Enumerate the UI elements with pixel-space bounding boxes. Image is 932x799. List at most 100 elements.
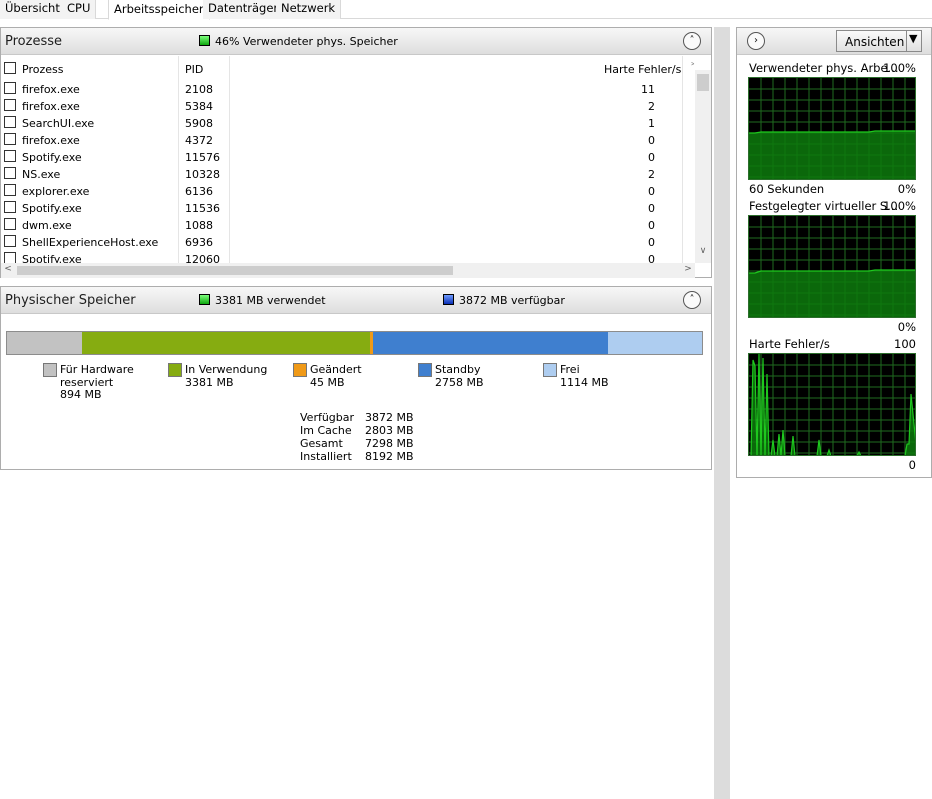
stat-total-value: 7298 MB	[365, 437, 414, 450]
bar-segment-free	[608, 332, 702, 354]
process-name[interactable]: firefox.exe	[22, 100, 80, 113]
scroll-left-arrow[interactable]: <	[3, 264, 13, 274]
stat-cached-value: 2803 MB	[365, 424, 414, 437]
graphs-header: › Ansichten ▼	[737, 28, 931, 55]
legend-free-swatch	[543, 363, 557, 377]
process-name[interactable]: ShellExperienceHost.exe	[22, 236, 158, 249]
process-row-checkbox[interactable]	[4, 99, 16, 111]
graph-committed-min: 0%	[897, 320, 916, 334]
process-name[interactable]: SearchUI.exe	[22, 117, 94, 130]
process-name[interactable]: Spotify.exe	[22, 202, 82, 215]
stat-available-value: 3872 MB	[365, 411, 414, 424]
scroll-down-arrow[interactable]: ∨	[695, 246, 711, 256]
process-list: firefox.exe 2108 11 firefox.exe 5384 2 SearchU…	[1, 28, 695, 263]
tab-cpu[interactable]: CPU	[62, 0, 97, 19]
tab-overview[interactable]: Übersicht	[0, 0, 66, 19]
graph-committed-area	[749, 270, 915, 317]
processes-panel: Prozesse 46% Verwendeter phys. Speicher …	[0, 27, 712, 278]
graph-hard-faults-svg	[749, 354, 915, 455]
graph-hard-faults-min: 0	[908, 458, 916, 472]
used-memory-label: 3381 MB verwendet	[215, 294, 326, 307]
tab-bar: Übersicht CPU Arbeitsspeicher Datenträge…	[0, 0, 932, 20]
used-swatch	[199, 294, 210, 305]
chevron-down-icon: ▼	[909, 32, 918, 45]
stat-installed-value: 8192 MB	[365, 450, 414, 463]
legend-hardware-reserved: Für Hardware reserviert 894 MB	[60, 363, 134, 401]
process-name[interactable]: dwm.exe	[22, 219, 72, 232]
process-list-vscrollbar[interactable]: ∨	[695, 70, 711, 263]
process-hard-faults: 0	[648, 202, 655, 215]
physical-memory-title: Physischer Speicher	[5, 293, 136, 308]
bar-segment-hardware-reserved	[7, 332, 82, 354]
process-hard-faults: 2	[648, 168, 655, 181]
legend-standby-swatch	[418, 363, 432, 377]
process-pid: 11536	[185, 202, 220, 215]
process-name[interactable]: firefox.exe	[22, 83, 80, 96]
tab-disk[interactable]: Datenträger	[203, 0, 285, 19]
graph-physical-memory-area	[749, 131, 915, 179]
process-hard-faults: 0	[648, 219, 655, 232]
graph-hard-faults	[748, 353, 916, 456]
legend-free: Frei 1114 MB	[560, 363, 609, 389]
physical-memory-header[interactable]: Physischer Speicher 3381 MB verwendet 38…	[1, 287, 711, 314]
process-row-checkbox[interactable]	[4, 235, 16, 247]
legend-modified: Geändert 45 MB	[310, 363, 362, 389]
process-pid: 2108	[185, 83, 213, 96]
process-list-vscroll-thumb[interactable]	[697, 74, 709, 91]
process-hard-faults: 0	[648, 134, 655, 147]
process-row-checkbox[interactable]	[4, 184, 16, 196]
process-row-checkbox[interactable]	[4, 82, 16, 94]
process-pid: 6136	[185, 185, 213, 198]
stat-installed-label: Installiert	[300, 450, 352, 463]
graph-physical-memory	[748, 77, 916, 180]
graph-physical-memory-min: 0%	[897, 182, 916, 196]
process-row-checkbox[interactable]	[4, 167, 16, 179]
graph-committed-title: Festgelegter virtueller S...	[749, 199, 899, 213]
tab-network[interactable]: Netzwerk	[276, 0, 342, 19]
tab-memory[interactable]: Arbeitsspeicher	[108, 0, 210, 20]
process-pid: 1088	[185, 219, 213, 232]
process-list-hscrollbar[interactable]: < >	[1, 263, 695, 278]
available-memory-label: 3872 MB verfügbar	[459, 294, 565, 307]
bar-segment-in-use	[82, 332, 370, 354]
process-pid: 11576	[185, 151, 220, 164]
process-row-checkbox[interactable]	[4, 218, 16, 230]
legend-in-use-swatch	[168, 363, 182, 377]
graph-physical-memory-max: 100%	[883, 61, 916, 75]
graph-hard-faults-max: 100	[894, 337, 916, 351]
collapse-physical-memory-button[interactable]: ˄	[683, 291, 701, 309]
process-row-checkbox[interactable]	[4, 133, 16, 145]
process-pid: 10328	[185, 168, 220, 181]
bar-segment-standby	[373, 332, 608, 354]
process-pid: 4372	[185, 134, 213, 147]
expand-graphs-button[interactable]: ›	[747, 32, 765, 50]
graph-committed-max: 100%	[883, 199, 916, 213]
stat-total-label: Gesamt	[300, 437, 343, 450]
process-row-checkbox[interactable]	[4, 252, 16, 263]
process-name[interactable]: Spotify.exe	[22, 253, 82, 263]
stat-cached-label: Im Cache	[300, 424, 352, 437]
process-name[interactable]: firefox.exe	[22, 134, 80, 147]
process-pid: 12060	[185, 253, 220, 263]
graph-physical-memory-svg	[749, 78, 915, 179]
views-dropdown-label: Ansichten	[845, 35, 905, 49]
stat-available-label: Verfügbar	[300, 411, 355, 424]
process-pid: 5384	[185, 100, 213, 113]
process-pid: 6936	[185, 236, 213, 249]
process-name[interactable]: NS.exe	[22, 168, 60, 181]
process-name[interactable]: Spotify.exe	[22, 151, 82, 164]
process-row-checkbox[interactable]	[4, 201, 16, 213]
process-hard-faults: 0	[648, 185, 655, 198]
main-splitter-scrollbar[interactable]	[714, 27, 730, 799]
process-hard-faults: 0	[648, 236, 655, 249]
process-row-checkbox[interactable]	[4, 150, 16, 162]
process-row-checkbox[interactable]	[4, 116, 16, 128]
legend-standby: Standby 2758 MB	[435, 363, 484, 389]
scroll-right-arrow[interactable]: >	[683, 264, 693, 274]
graph-committed	[748, 215, 916, 318]
views-dropdown[interactable]: Ansichten ▼	[836, 30, 922, 52]
process-name[interactable]: explorer.exe	[22, 185, 89, 198]
graph-physical-memory-title: Verwendeter phys. Arbe...	[749, 61, 899, 75]
process-list-hscroll-thumb[interactable]	[17, 266, 453, 275]
graph-committed-svg	[749, 216, 915, 317]
